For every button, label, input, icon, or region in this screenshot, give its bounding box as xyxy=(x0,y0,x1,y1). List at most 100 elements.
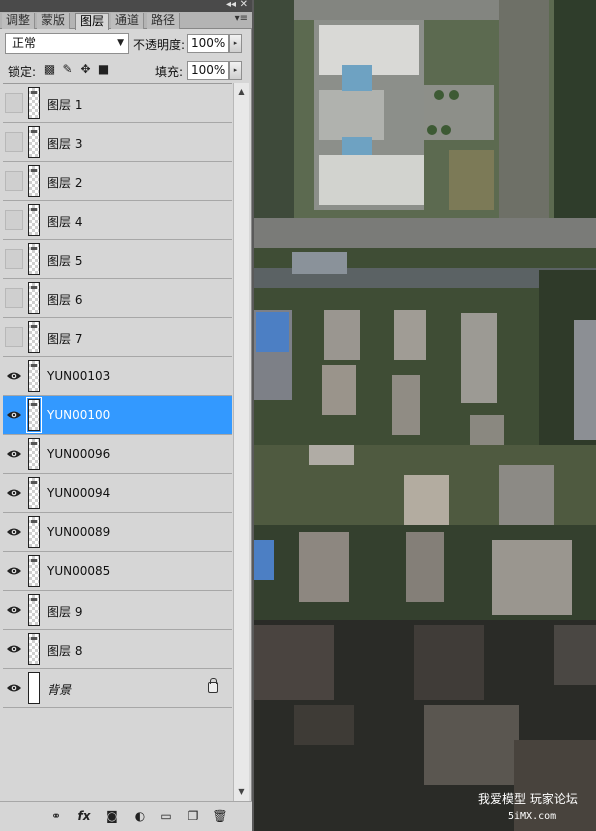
layer-name[interactable]: YUN00094 xyxy=(47,486,110,500)
panel-menu-icon[interactable]: ▾≡ xyxy=(235,13,248,24)
layer-thumbnail xyxy=(28,516,40,548)
layer-name[interactable]: 图层 2 xyxy=(47,174,82,191)
fill-label: 填充: xyxy=(155,65,184,79)
fx-icon[interactable]: fx xyxy=(75,807,93,825)
visibility-toggle-icon[interactable] xyxy=(5,522,23,542)
delete-icon[interactable]: 🗑 xyxy=(211,807,229,825)
layer-row[interactable]: 图层 7 xyxy=(3,318,232,357)
scroll-down-icon[interactable]: ▼ xyxy=(234,785,249,799)
layer-name[interactable]: YUN00089 xyxy=(47,525,110,539)
layer-row[interactable]: YUN00103 xyxy=(3,357,232,396)
layer-name[interactable]: 图层 6 xyxy=(47,291,82,308)
layer-name[interactable]: YUN00096 xyxy=(47,447,110,461)
layer-thumbnail xyxy=(28,594,40,626)
visibility-toggle-icon[interactable] xyxy=(5,171,23,191)
opacity-slider-button[interactable]: ▸ xyxy=(229,34,242,53)
tab-layers[interactable]: 图层 xyxy=(75,13,110,30)
tab-adjustments[interactable]: 调整 xyxy=(2,13,36,29)
close-panel-icon[interactable]: ✕ xyxy=(240,0,248,11)
layer-thumbnail xyxy=(28,672,40,704)
link-layers-icon[interactable]: ⚭ xyxy=(47,807,65,825)
layers-list: 图层 1 图层 3 图层 2 图层 4 图层 5 图层 6 图层 7 YUN00103 YUN0… xyxy=(3,83,232,801)
aerial-image xyxy=(254,0,596,831)
layer-name[interactable]: 图层 9 xyxy=(47,603,82,620)
visibility-toggle-icon[interactable] xyxy=(5,600,23,620)
layer-name[interactable]: 背景 xyxy=(47,681,71,698)
collapse-panel-icon[interactable]: ◂◂ xyxy=(226,0,236,11)
fill-input[interactable]: 100% xyxy=(187,61,229,80)
layer-name[interactable]: 图层 4 xyxy=(47,213,82,230)
layer-thumbnail xyxy=(28,126,40,158)
visibility-toggle-icon[interactable] xyxy=(5,288,23,308)
layer-name[interactable]: 图层 1 xyxy=(47,96,82,113)
new-group-icon[interactable]: ▭ xyxy=(157,807,175,825)
layer-row[interactable]: 图层 4 xyxy=(3,201,232,240)
panel-tabs: 调整 蒙版 图层 通道 路径 ▾≡ xyxy=(0,12,252,30)
layer-thumbnail xyxy=(28,360,40,392)
layer-name[interactable]: YUN00103 xyxy=(47,369,110,383)
visibility-toggle-icon[interactable] xyxy=(5,561,23,581)
layer-name[interactable]: 图层 8 xyxy=(47,642,82,659)
visibility-toggle-icon[interactable] xyxy=(5,249,23,269)
layer-row[interactable]: 背景 xyxy=(3,669,232,708)
layer-thumbnail xyxy=(26,397,42,433)
layer-thumbnail xyxy=(28,165,40,197)
layer-row[interactable]: YUN00094 xyxy=(3,474,232,513)
visibility-toggle-icon[interactable] xyxy=(5,132,23,152)
visibility-toggle-icon[interactable] xyxy=(5,444,23,464)
lock-transparency-icon[interactable]: ▩ xyxy=(43,63,56,76)
layer-row[interactable]: 图层 2 xyxy=(3,162,232,201)
visibility-toggle-icon[interactable] xyxy=(5,366,23,386)
layer-row[interactable]: YUN00089 xyxy=(3,513,232,552)
blend-row: 正常 ▼ 不透明度: 100% ▸ xyxy=(0,32,252,56)
blend-mode-select[interactable]: 正常 ▼ xyxy=(5,33,129,54)
lock-brush-icon[interactable]: ✎ xyxy=(61,63,74,76)
layer-row[interactable]: 图层 6 xyxy=(3,279,232,318)
visibility-toggle-icon[interactable] xyxy=(5,405,23,425)
layer-name[interactable]: YUN00100 xyxy=(47,408,110,422)
watermark-text: 我爱模型 玩家论坛 xyxy=(478,792,578,806)
layer-row[interactable]: 图层 1 xyxy=(3,84,232,123)
lock-row: 锁定: ▩ ✎ ✥ ■ 填充: 100% ▸ xyxy=(0,60,252,82)
document-canvas[interactable]: 我爱模型 玩家论坛 5iMX.com xyxy=(254,0,596,831)
visibility-toggle-icon[interactable] xyxy=(5,639,23,659)
tab-masks[interactable]: 蒙版 xyxy=(37,13,71,29)
layer-name[interactable]: 图层 5 xyxy=(47,252,82,269)
layer-name[interactable]: 图层 3 xyxy=(47,135,82,152)
blend-mode-value: 正常 xyxy=(12,36,37,50)
lock-all-icon[interactable]: ■ xyxy=(97,63,110,76)
layer-thumbnail xyxy=(28,321,40,353)
layer-name[interactable]: YUN00085 xyxy=(47,564,110,578)
layer-thumbnail xyxy=(28,438,40,470)
tab-channels[interactable]: 通道 xyxy=(111,13,145,29)
layer-row[interactable]: YUN00096 xyxy=(3,435,232,474)
layer-name[interactable]: 图层 7 xyxy=(47,330,82,347)
layer-row[interactable]: YUN00100 xyxy=(3,396,232,435)
lock-position-icon[interactable]: ✥ xyxy=(79,63,92,76)
visibility-toggle-icon[interactable] xyxy=(5,93,23,113)
layer-thumbnail xyxy=(28,243,40,275)
layers-scrollbar[interactable]: ▲ ▼ xyxy=(233,83,249,801)
chevron-down-icon: ▼ xyxy=(117,38,124,48)
new-layer-icon[interactable]: ❐ xyxy=(184,807,202,825)
visibility-toggle-icon[interactable] xyxy=(5,483,23,503)
scroll-up-icon[interactable]: ▲ xyxy=(234,85,249,99)
layer-row[interactable]: 图层 5 xyxy=(3,240,232,279)
add-mask-icon[interactable]: ◙ xyxy=(103,807,121,825)
tab-paths[interactable]: 路径 xyxy=(147,13,181,29)
layer-row[interactable]: YUN00085 xyxy=(3,552,232,591)
layer-thumbnail xyxy=(28,282,40,314)
visibility-toggle-icon[interactable] xyxy=(5,327,23,347)
layer-row[interactable]: 图层 8 xyxy=(3,630,232,669)
layer-row[interactable]: 图层 3 xyxy=(3,123,232,162)
layers-panel: ◂◂ ✕ 调整 蒙版 图层 通道 路径 ▾≡ 正常 ▼ 不透明度: 100% ▸… xyxy=(0,0,252,831)
adjustment-layer-icon[interactable]: ◐ xyxy=(131,807,149,825)
layers-toolbar: ⚭ fx ◙ ◐ ▭ ❐ 🗑 xyxy=(0,801,252,831)
watermark-url: 5iMX.com xyxy=(508,811,557,822)
panel-title-bar: ◂◂ ✕ xyxy=(0,0,252,12)
visibility-toggle-icon[interactable] xyxy=(5,678,23,698)
visibility-toggle-icon[interactable] xyxy=(5,210,23,230)
fill-slider-button[interactable]: ▸ xyxy=(229,61,242,80)
opacity-input[interactable]: 100% xyxy=(187,34,229,53)
layer-row[interactable]: 图层 9 xyxy=(3,591,232,630)
